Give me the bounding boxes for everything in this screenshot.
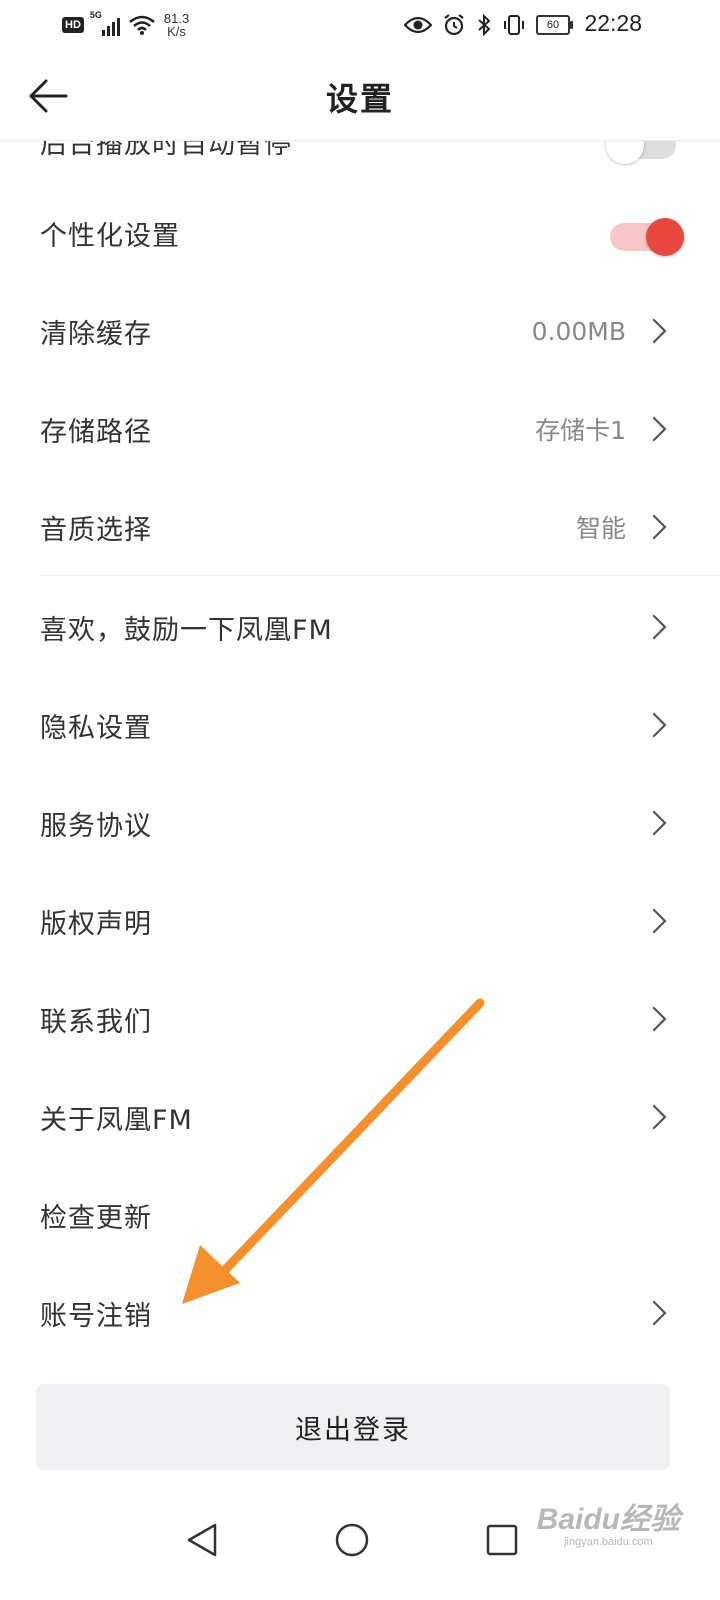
chevron-right-icon [652, 614, 667, 640]
settings-row-label: 关于凤凰FM [40, 1104, 193, 1136]
settings-row-label: 个性化设置 [40, 220, 180, 252]
eye-icon [404, 16, 432, 34]
auto-pause-toggle[interactable] [606, 140, 680, 164]
cellular-signal-icon: 5G [90, 10, 120, 36]
circle-home-icon [335, 1523, 369, 1557]
chevron-right-icon [652, 514, 667, 540]
settings-row-label: 联系我们 [40, 1006, 152, 1038]
network-speed: 81.3 K/s [164, 12, 189, 38]
chevron-right-icon [652, 1300, 667, 1326]
settings-row-contact-us[interactable]: 联系我们 [0, 970, 720, 1068]
chevron-right-icon [652, 318, 667, 344]
settings-row-label: 服务协议 [40, 810, 152, 842]
battery-icon: 60 [536, 15, 573, 35]
settings-row-clear-cache[interactable]: 清除缓存 0.00MB [0, 282, 720, 380]
settings-row-service-agreement[interactable]: 服务协议 [0, 774, 720, 872]
battery-level: 60 [546, 19, 560, 31]
wifi-icon [129, 15, 155, 35]
status-bar-left: HD 5G 81.3 K/s [62, 8, 189, 42]
chevron-right-icon [652, 908, 667, 934]
page-title: 设置 [325, 80, 394, 118]
settings-row-audio-quality[interactable]: 音质选择 智能 [0, 478, 720, 576]
cache-size-value: 0.00MB [531, 316, 626, 346]
settings-row-privacy[interactable]: 隐私设置 [0, 676, 720, 774]
settings-row-label: 喜欢，鼓励一下凤凰FM [40, 614, 333, 646]
nav-back-button[interactable] [172, 1510, 232, 1570]
settings-row-label: 版权声明 [40, 908, 152, 940]
logout-button[interactable]: 退出登录 [36, 1384, 670, 1470]
section-divider [40, 575, 720, 576]
clock: 22:28 [584, 10, 642, 36]
square-recent-icon [486, 1524, 518, 1556]
settings-row-personalization[interactable]: 个性化设置 [0, 184, 720, 282]
settings-row-auto-pause[interactable]: 后台播放时自动暂停 [0, 140, 720, 190]
personalization-toggle[interactable] [610, 218, 684, 256]
settings-row-label: 检查更新 [40, 1202, 152, 1234]
chevron-right-icon [652, 1104, 667, 1130]
audio-quality-value: 智能 [575, 514, 626, 543]
settings-row-storage-path[interactable]: 存储路径 存储卡1 [0, 380, 720, 478]
app-header: 设置 [0, 50, 720, 141]
settings-row-check-update[interactable]: 检查更新 [0, 1166, 720, 1264]
network-speed-unit: K/s [167, 24, 186, 39]
bluetooth-icon [478, 13, 491, 37]
nav-home-button[interactable] [322, 1510, 382, 1570]
baidu-watermark: Baidu经验 jingyan.baidu.com [537, 1494, 680, 1548]
chevron-right-icon [652, 416, 667, 442]
vibrate-icon [504, 15, 524, 35]
chevron-right-icon [652, 1006, 667, 1032]
chevron-right-icon [652, 810, 667, 836]
settings-row-label: 清除缓存 [40, 318, 152, 350]
alarm-icon [444, 14, 464, 36]
settings-row-label: 后台播放时自动暂停 [40, 140, 292, 160]
settings-list: 后台播放时自动暂停 个性化设置 清除缓存 0.00MB 存储路径 存储卡1 音质… [0, 140, 720, 1370]
status-bar-right: 60 [404, 8, 573, 42]
settings-row-copyright[interactable]: 版权声明 [0, 872, 720, 970]
settings-row-label: 隐私设置 [40, 712, 152, 744]
watermark-logo: Baidu经验 [536, 1503, 680, 1536]
hd-badge: HD [62, 17, 84, 33]
settings-row-about[interactable]: 关于凤凰FM [0, 1068, 720, 1166]
storage-path-value: 存储卡1 [535, 416, 626, 445]
settings-row-rate-app[interactable]: 喜欢，鼓励一下凤凰FM [0, 578, 720, 676]
network-type: 5G [89, 10, 102, 20]
settings-row-account-deletion[interactable]: 账号注销 [0, 1264, 720, 1362]
status-bar: HD 5G 81.3 K/s 60 22:28 [0, 0, 720, 50]
triangle-back-icon [187, 1523, 217, 1557]
settings-row-label: 账号注销 [40, 1300, 152, 1332]
settings-row-label: 存储路径 [40, 416, 152, 448]
chevron-right-icon [652, 712, 667, 738]
nav-recent-button[interactable] [472, 1510, 532, 1570]
settings-row-label: 音质选择 [40, 514, 152, 546]
